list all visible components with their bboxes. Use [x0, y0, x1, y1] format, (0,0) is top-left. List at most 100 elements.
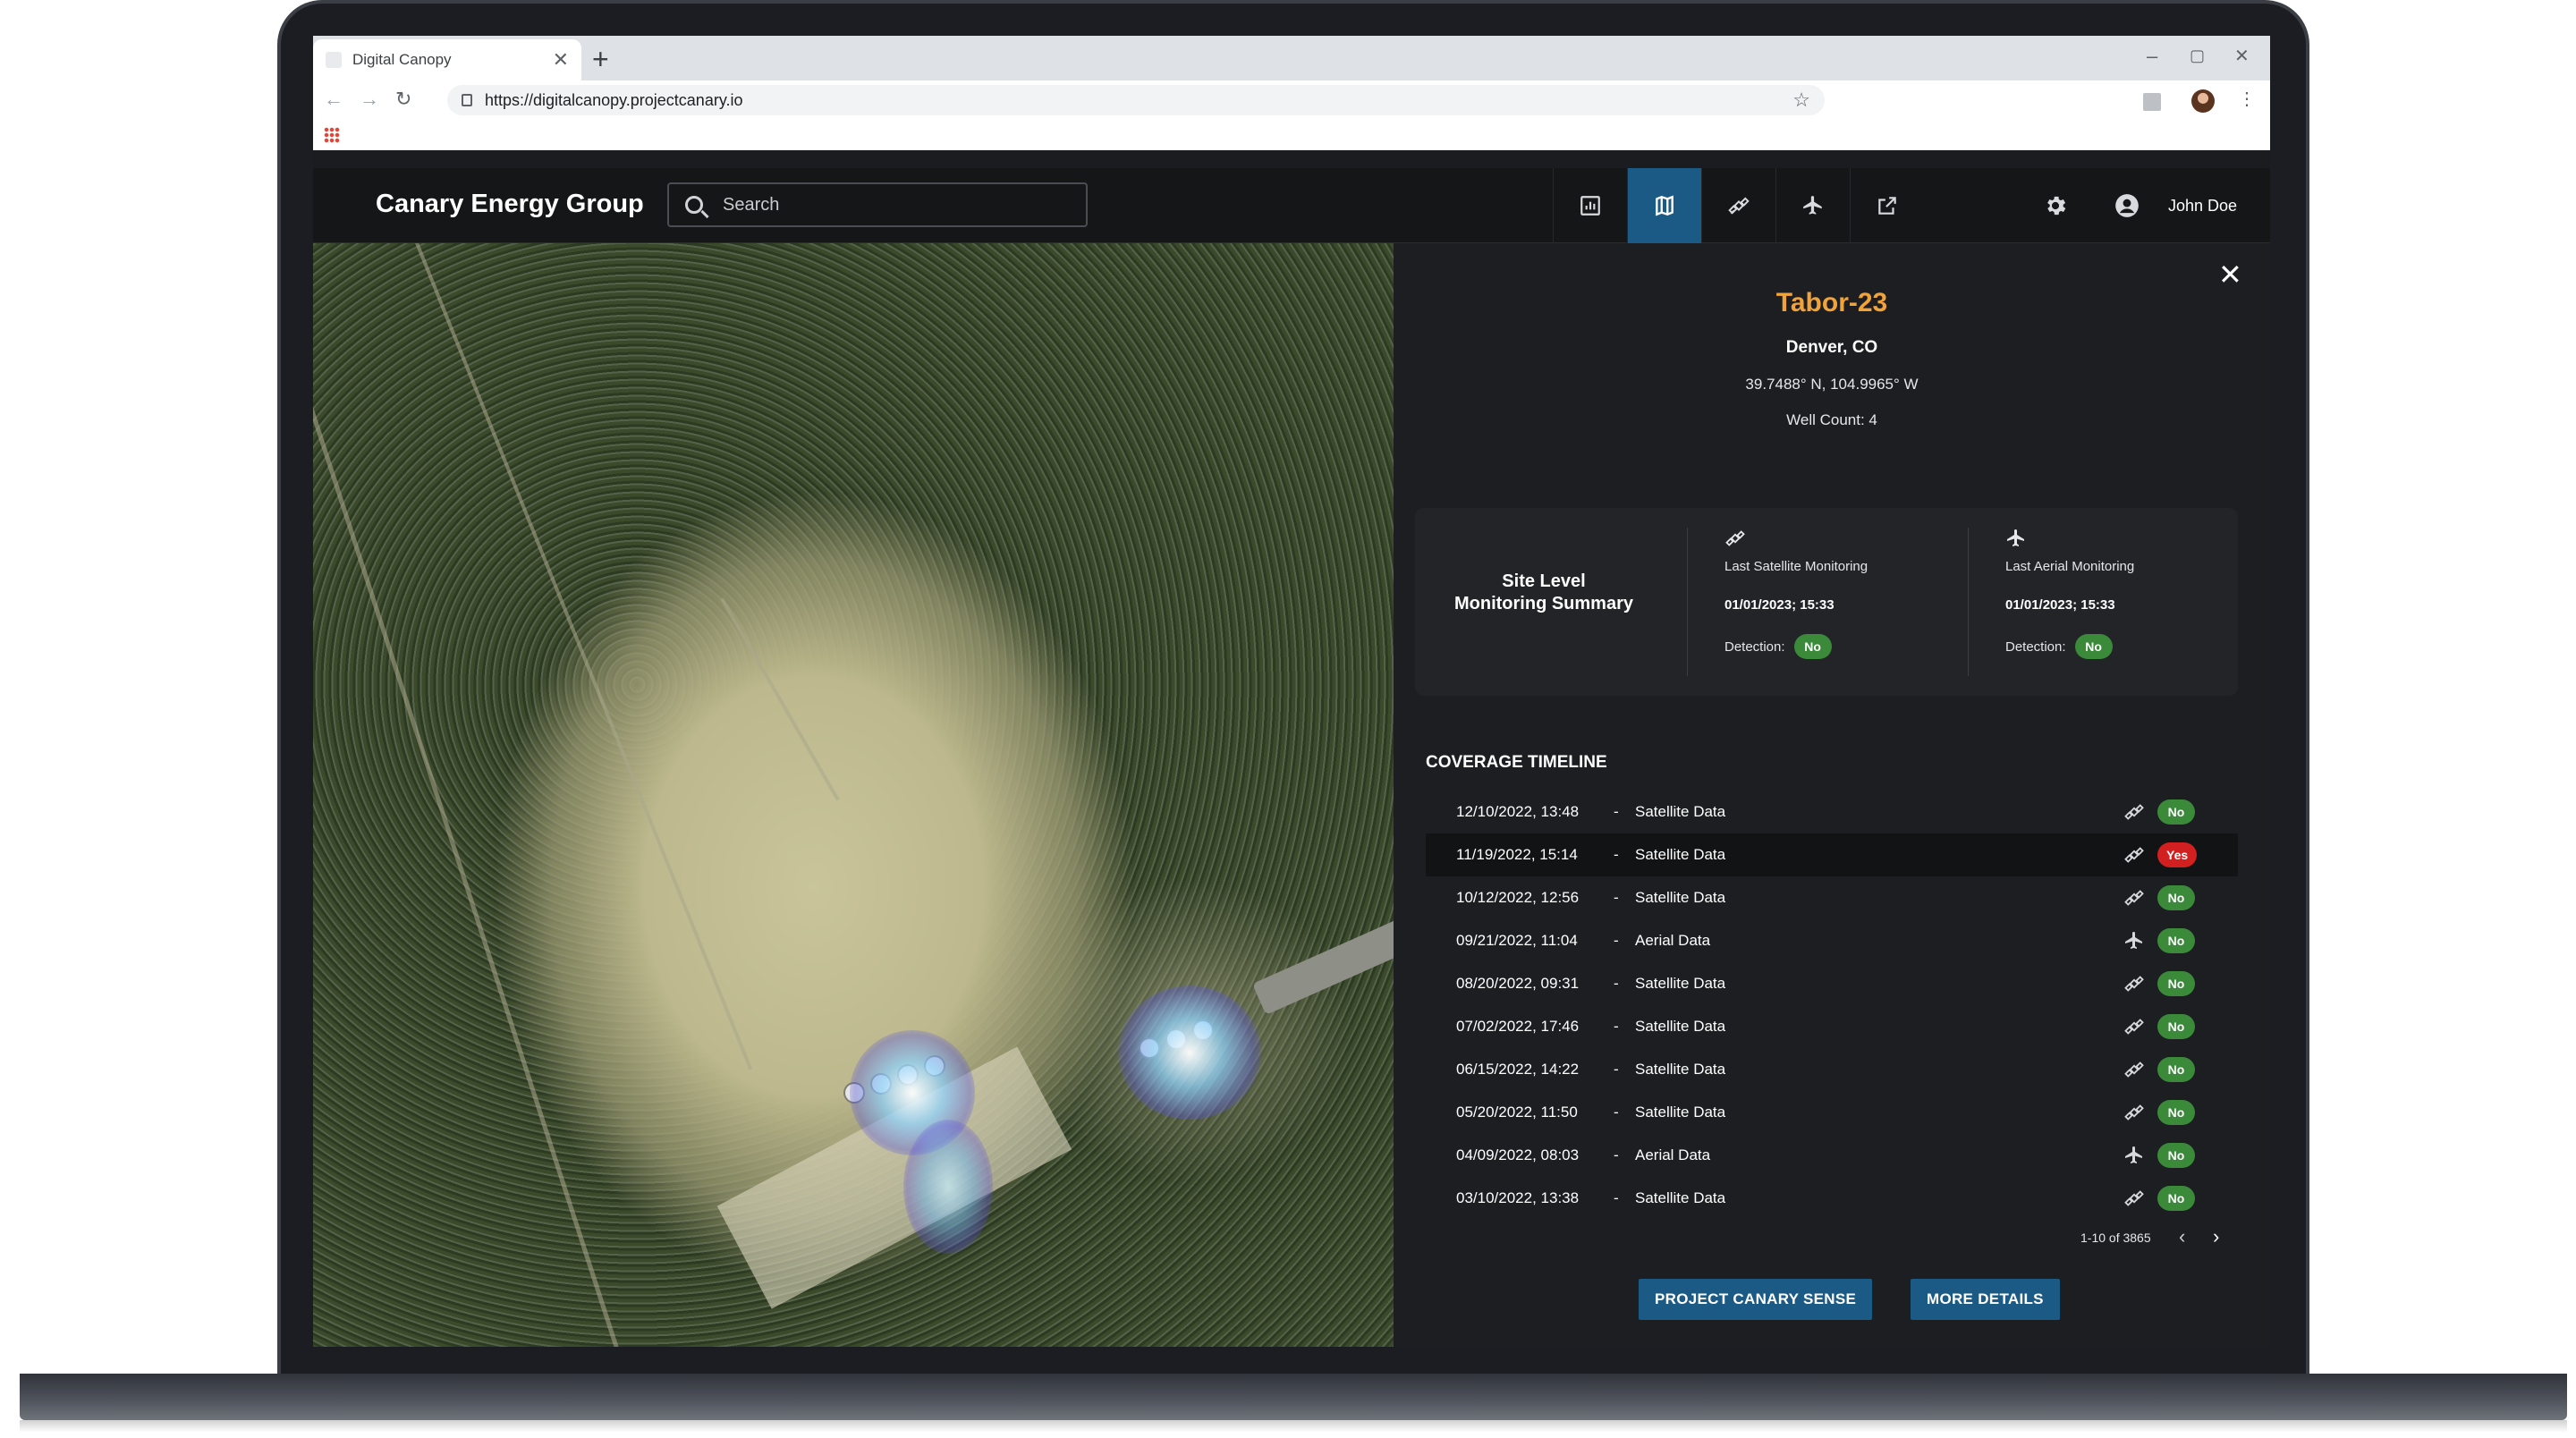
aerial-detection: Detection: No [2005, 634, 2256, 659]
browser-menu-icon[interactable]: ⋮ [2238, 88, 2256, 110]
timeline-row[interactable]: 11/19/2022, 15:14 - Satellite Data Yes [1426, 833, 2238, 876]
detection-badge: No [2157, 1100, 2195, 1125]
timeline-separator: - [1614, 1146, 1619, 1163]
search-input[interactable] [723, 194, 1045, 216]
pagination: 1-10 of 3865 ‹ › [1426, 1225, 2238, 1252]
timeline-row[interactable]: 10/12/2022, 12:56 - Satellite Data No [1426, 876, 2238, 919]
timeline-separator: - [1614, 846, 1619, 863]
detection-badge: No [2157, 1143, 2195, 1168]
airplane-icon [1803, 196, 1822, 215]
maximize-icon[interactable]: ▢ [2190, 47, 2205, 65]
gear-icon[interactable] [2043, 193, 2068, 218]
timeline-row[interactable]: 05/20/2022, 11:50 - Satellite Data No [1426, 1091, 2238, 1134]
airplane-icon [2007, 529, 2024, 546]
detection-label: Detection: [2005, 639, 2066, 655]
timeline-row[interactable]: 03/10/2022, 13:38 - Satellite Data No [1426, 1177, 2238, 1220]
detection-badge: No [2157, 971, 2195, 996]
satellite-map[interactable] [313, 243, 1394, 1347]
summary-title: Site Level Monitoring Summary [1436, 571, 1651, 615]
app-header: Canary Energy Group John Doe [313, 168, 2270, 243]
nav-external[interactable] [1850, 168, 1924, 243]
nav-satellite[interactable] [1701, 168, 1775, 243]
detection-badge: No [2157, 1014, 2195, 1039]
timeline-data-type: Satellite Data [1635, 889, 1726, 906]
map-road [1252, 918, 1394, 1015]
map-track [720, 597, 840, 801]
detection-badge: Yes [2157, 842, 2198, 867]
browser-toolbar: ← → ↻ https://digitalcanopy.projectcanar… [313, 80, 2270, 120]
timeline-data-type: Satellite Data [1635, 1018, 1726, 1035]
satellite-icon [1725, 530, 1745, 546]
nav-dashboard[interactable] [1553, 168, 1627, 243]
timeline-date: 07/02/2022, 17:46 [1456, 1018, 1580, 1035]
timeline-row[interactable]: 06/15/2022, 14:22 - Satellite Data No [1426, 1048, 2238, 1091]
divider [1968, 528, 1969, 676]
close-icon[interactable]: ✕ [2218, 258, 2242, 292]
timeline-separator: - [1614, 1189, 1619, 1206]
emission-plume [903, 1120, 993, 1254]
divider [1687, 528, 1688, 676]
project-canary-sense-button[interactable]: PROJECT CANARY SENSE [1639, 1279, 1873, 1320]
laptop-screen: Digital Canopy ✕ + – ▢ ✕ ← → ↻ https://d… [313, 36, 2270, 1347]
satellite-monitoring-label: Last Satellite Monitoring [1724, 559, 1868, 574]
timeline-data-type: Satellite Data [1635, 1061, 1726, 1078]
timeline-date: 10/12/2022, 12:56 [1456, 889, 1580, 906]
chevron-left-icon[interactable]: ‹ [2179, 1225, 2185, 1248]
external-link-icon [1878, 197, 1896, 215]
user-name[interactable]: John Doe [2168, 197, 2237, 216]
timeline-row[interactable]: 09/21/2022, 11:04 - Aerial Data No [1426, 919, 2238, 962]
satellite-monitoring-date: 01/01/2023; 15:33 [1724, 597, 1835, 613]
aerial-monitoring-date: 01/01/2023; 15:33 [2005, 597, 2115, 613]
well-count: Well Count: 4 [1786, 411, 1877, 428]
timeline-separator: - [1614, 1061, 1619, 1078]
coverage-timeline-list: 12/10/2022, 13:48- Satellite Data No 11/19/… [1426, 791, 2238, 1220]
laptop-base [20, 1374, 2567, 1433]
site-detail-panel: ✕ Tabor-23 Denver, CO 39.7488° N, 104.99… [1394, 243, 2270, 1347]
satellite-icon [1728, 197, 1750, 215]
minimize-icon[interactable]: – [2147, 45, 2157, 68]
satellite-detection: Detection: No [1724, 634, 1975, 659]
satellite-icon [2123, 844, 2145, 866]
reload-icon[interactable]: ↻ [395, 88, 411, 111]
profile-avatar[interactable] [2191, 89, 2215, 113]
detection-badge: No [1793, 634, 1832, 659]
timeline-data-type: Satellite Data [1635, 1189, 1726, 1206]
timeline-row[interactable]: 12/10/2022, 13:48 - Satellite Data No [1426, 791, 2238, 833]
timeline-row[interactable]: 07/02/2022, 17:46 - Satellite Data No [1426, 1005, 2238, 1048]
tab-close-icon[interactable]: ✕ [553, 48, 569, 72]
user-account-icon[interactable] [2114, 193, 2140, 218]
timeline-row[interactable]: 08/20/2022, 09:31 - Satellite Data No [1426, 962, 2238, 1005]
timeline-date: 05/20/2022, 11:50 [1456, 1104, 1578, 1121]
extension-icon[interactable] [2143, 93, 2161, 111]
detection-badge: No [2157, 1186, 2195, 1211]
nav-aerial[interactable] [1775, 168, 1850, 243]
timeline-date: 04/09/2022, 08:03 [1456, 1146, 1580, 1163]
detection-badge: No [2157, 799, 2195, 825]
address-bar[interactable]: https://digitalcanopy.projectcanary.io ☆ [447, 85, 1825, 115]
timeline-data-type: Aerial Data [1635, 932, 1711, 949]
bookmark-star-icon[interactable]: ☆ [1792, 89, 1810, 112]
satellite-icon [2123, 973, 2145, 994]
airplane-icon [2123, 1145, 2145, 1166]
timeline-separator: - [1614, 975, 1619, 992]
dashboard-icon [1580, 196, 1600, 216]
window-close-icon[interactable]: ✕ [2234, 45, 2250, 67]
more-details-button[interactable]: MORE DETAILS [1911, 1279, 2060, 1320]
new-tab-button[interactable]: + [592, 41, 609, 77]
timeline-date: 12/10/2022, 13:48 [1456, 803, 1580, 820]
aerial-monitoring-label: Last Aerial Monitoring [2005, 559, 2135, 574]
satellite-monitoring: Last Satellite Monitoring 01/01/2023; 15… [1724, 528, 1975, 659]
search-box[interactable] [667, 182, 1088, 227]
brand-title: Canary Energy Group [376, 190, 644, 218]
browser-tab[interactable]: Digital Canopy ✕ [313, 39, 581, 80]
satellite-icon [2123, 1188, 2145, 1209]
apps-grid-icon[interactable] [324, 127, 340, 143]
timeline-row[interactable]: 04/09/2022, 08:03 - Aerial Data No [1426, 1134, 2238, 1177]
nav-map[interactable] [1627, 168, 1701, 243]
chevron-right-icon[interactable]: › [2213, 1225, 2219, 1248]
forward-icon[interactable]: → [360, 88, 379, 111]
back-icon[interactable]: ← [324, 88, 343, 111]
search-icon [685, 196, 703, 214]
detection-badge: No [2157, 1057, 2195, 1082]
satellite-icon [2123, 1102, 2145, 1123]
